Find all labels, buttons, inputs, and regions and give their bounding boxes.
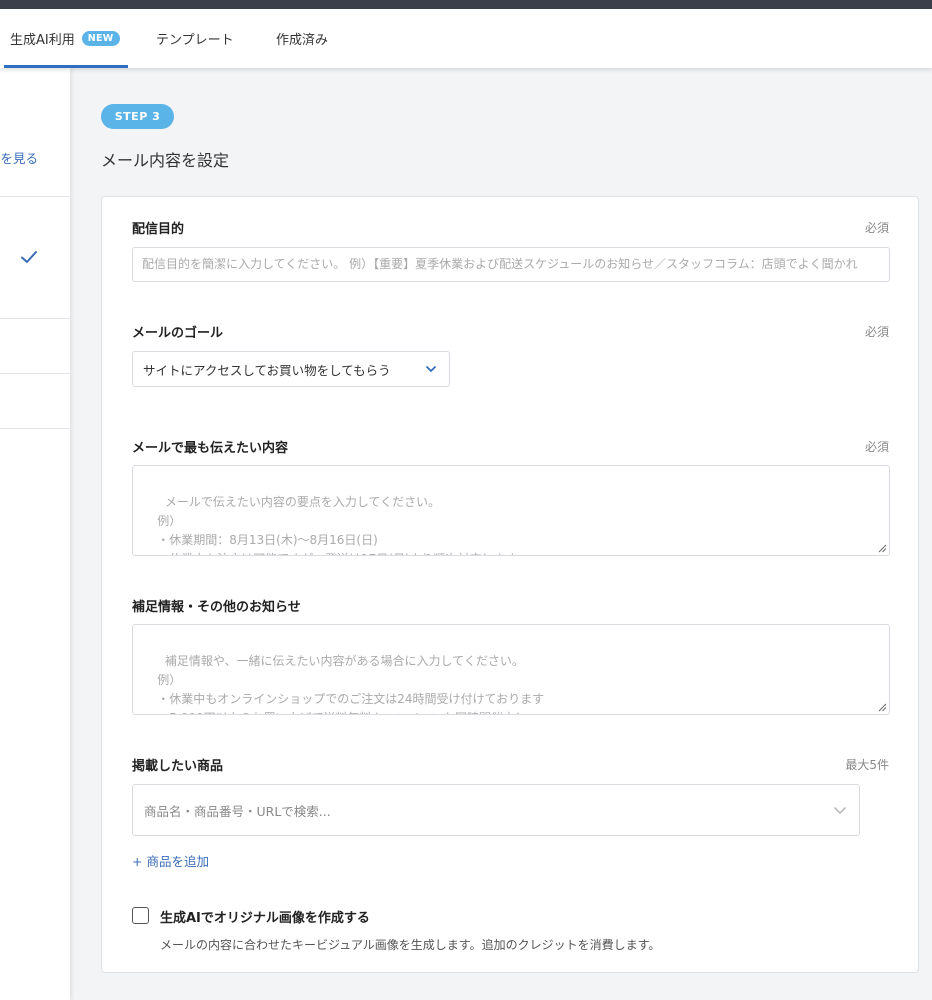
sidebar-divider bbox=[0, 373, 70, 374]
content-label: メールで最も伝えたい内容 bbox=[132, 441, 289, 456]
content-textarea[interactable]: メールで伝えたい内容の要点を入力してください。 例） ・休業期間：8月13日(木… bbox=[132, 465, 890, 556]
tab-bar: 生成AI利用 NEW テンプレート 作成済み bbox=[0, 9, 932, 68]
sidebar-example-link[interactable]: 例を見る bbox=[0, 148, 38, 167]
new-badge: NEW bbox=[81, 31, 120, 46]
check-icon bbox=[21, 251, 37, 263]
resize-handle-icon[interactable] bbox=[878, 703, 887, 712]
step-sidebar: 例を見る bbox=[0, 68, 70, 1000]
chevron-down-icon bbox=[426, 366, 436, 372]
purpose-input[interactable]: 配信目的を簡潔に入力してください。 例）【重要】夏季休業および配送スケジュールの… bbox=[132, 247, 890, 282]
sidebar-divider bbox=[0, 318, 70, 319]
sidebar-divider bbox=[0, 196, 70, 197]
product-search-select[interactable]: 商品名・商品番号・URLで検索... bbox=[132, 784, 860, 836]
ai-image-label[interactable]: 生成AIでオリジナル画像を作成する bbox=[160, 907, 370, 926]
ai-image-description: メールの内容に合わせたキービジュアル画像を生成します。追加のクレジットを消費しま… bbox=[160, 938, 661, 952]
content-required: 必須 bbox=[864, 440, 889, 454]
tab-generative-ai[interactable]: 生成AI利用 NEW bbox=[4, 9, 128, 68]
resize-handle-icon[interactable] bbox=[878, 544, 887, 553]
supplement-placeholder: 補足情報や、一緒に伝えたい内容がある場合に入力してください。 例） ・休業中もオ… bbox=[157, 654, 545, 714]
purpose-required: 必須 bbox=[864, 221, 889, 235]
supplement-textarea[interactable]: 補足情報や、一緒に伝えたい内容がある場合に入力してください。 例） ・休業中もオ… bbox=[132, 624, 890, 715]
goal-select[interactable]: サイトにアクセスしてお買い物をしてもらう bbox=[132, 351, 450, 387]
tab-created-label: 作成済み bbox=[276, 33, 329, 48]
products-label: 掲載したい商品 bbox=[132, 759, 224, 774]
step-badge: STEP 3 bbox=[101, 104, 174, 129]
tab-created[interactable]: 作成済み bbox=[276, 9, 328, 68]
sidebar-divider bbox=[0, 428, 70, 429]
mail-content-form: 配信目的 必須 配信目的を簡潔に入力してください。 例）【重要】夏季休業および配… bbox=[101, 196, 919, 973]
tab-generative-ai-label: 生成AI利用 bbox=[10, 33, 75, 48]
supplement-label: 補足情報・その他のお知らせ bbox=[132, 600, 301, 615]
add-product-link[interactable]: + 商品を追加 bbox=[132, 851, 209, 870]
chevron-down-icon bbox=[834, 807, 846, 814]
goal-select-value: サイトにアクセスしてお買い物をしてもらう bbox=[143, 362, 391, 378]
goal-required: 必須 bbox=[864, 325, 889, 339]
main-content: STEP 3 メール内容を設定 配信目的 必須 配信目的を簡潔に入力してください… bbox=[70, 68, 932, 1000]
window-top-strip bbox=[0, 0, 932, 9]
products-limit: 最大5件 bbox=[845, 758, 889, 772]
goal-label: メールのゴール bbox=[132, 326, 224, 341]
product-search-placeholder: 商品名・商品番号・URLで検索... bbox=[144, 803, 331, 819]
content-placeholder: メールで伝えたい内容の要点を入力してください。 例） ・休業期間：8月13日(木… bbox=[157, 495, 528, 555]
ai-image-checkbox[interactable] bbox=[132, 907, 149, 924]
section-title: メール内容を設定 bbox=[101, 151, 230, 170]
tab-templates-label: テンプレート bbox=[156, 33, 234, 48]
tab-templates[interactable]: テンプレート bbox=[156, 9, 234, 68]
purpose-label: 配信目的 bbox=[132, 222, 185, 237]
